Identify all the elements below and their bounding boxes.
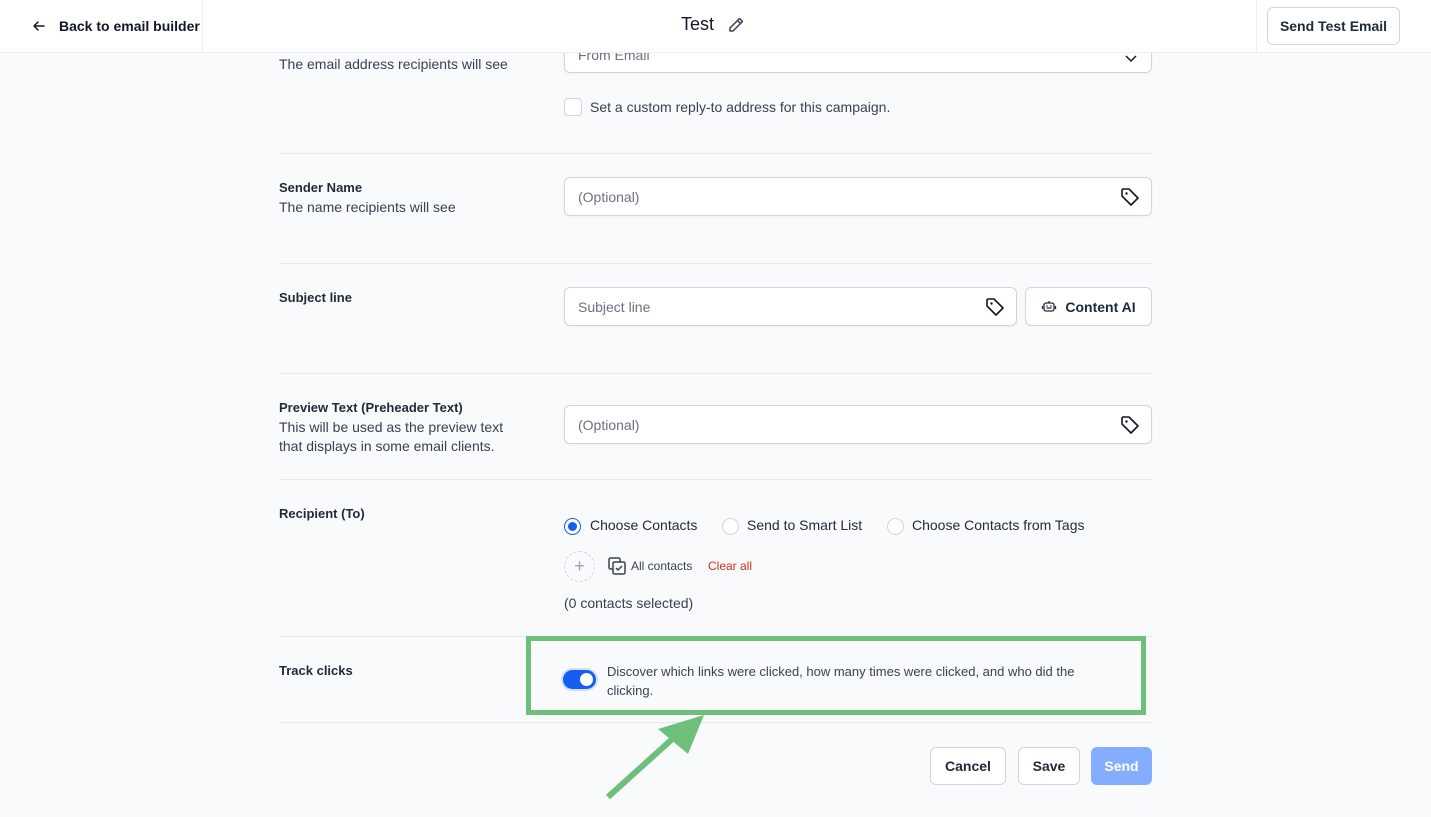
save-button[interactable]: Save bbox=[1018, 747, 1080, 785]
header-divider bbox=[1256, 0, 1257, 52]
send-test-email-button[interactable]: Send Test Email bbox=[1267, 7, 1400, 45]
track-clicks-section bbox=[279, 637, 1152, 723]
campaign-title: Test bbox=[681, 14, 746, 35]
preview-text-section bbox=[279, 374, 1152, 480]
send-button[interactable]: Send bbox=[1091, 747, 1152, 785]
top-bar: Back to email builder Test Send Test Ema… bbox=[0, 0, 1431, 53]
cancel-button[interactable]: Cancel bbox=[930, 747, 1006, 785]
sender-name-section bbox=[279, 154, 1152, 264]
subject-line-section bbox=[279, 264, 1152, 374]
back-label: Back to email builder bbox=[59, 18, 200, 34]
back-to-builder-button[interactable]: Back to email builder bbox=[0, 0, 203, 52]
page-title: Test bbox=[681, 14, 715, 34]
annotation-arrow-icon bbox=[605, 715, 704, 800]
pencil-icon[interactable] bbox=[726, 15, 746, 35]
arrow-left-icon bbox=[33, 21, 45, 31]
recipient-section bbox=[279, 480, 1152, 637]
